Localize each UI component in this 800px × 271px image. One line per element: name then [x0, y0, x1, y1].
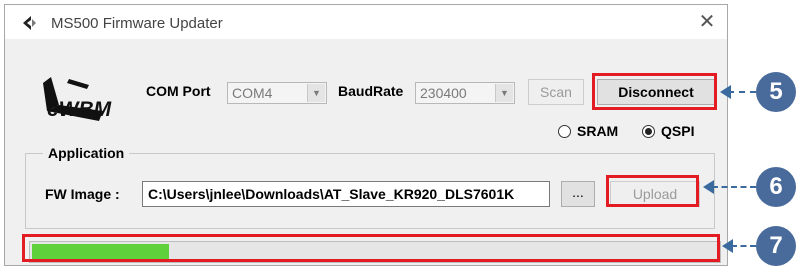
updater-window: MS500 Firmware Updater ✕ eWBM COM Port C… — [4, 4, 728, 266]
baudrate-value: 230400 — [420, 85, 467, 101]
callout-line — [712, 186, 756, 188]
sram-label: SRAM — [577, 123, 619, 139]
callout-line — [731, 245, 756, 247]
callout-badge-6: 6 — [756, 167, 796, 207]
com-port-select[interactable]: COM4 ▼ — [227, 82, 327, 104]
scan-button[interactable]: Scan — [528, 79, 584, 105]
disconnect-highlight — [592, 73, 717, 110]
baudrate-label: BaudRate — [338, 83, 404, 99]
callout-badge-5: 5 — [756, 72, 796, 112]
fw-image-label: FW Image : — [45, 186, 120, 202]
browse-button[interactable]: ... — [561, 181, 595, 207]
qspi-radio[interactable] — [642, 125, 655, 138]
window-title: MS500 Firmware Updater — [51, 15, 223, 32]
close-button[interactable]: ✕ — [695, 11, 719, 35]
com-port-value: COM4 — [232, 85, 273, 101]
upload-highlight — [606, 175, 699, 207]
qspi-label: QSPI — [661, 123, 695, 139]
callout-line — [728, 91, 756, 93]
baudrate-select[interactable]: 230400 ▼ — [415, 82, 515, 104]
app-icon — [23, 16, 36, 30]
fw-image-path-input[interactable]: C:\Users\jnlee\Downloads\AT_Slave_KR920_… — [142, 181, 550, 207]
com-port-label: COM Port — [146, 83, 211, 99]
ewbm-logo: eWBM — [43, 77, 112, 121]
logo-text: eWBM — [47, 98, 112, 121]
application-group-label: Application — [43, 145, 130, 161]
sram-radio[interactable] — [558, 125, 571, 138]
radio-selected-dot — [645, 128, 652, 135]
title-bar: MS500 Firmware Updater ✕ — [5, 5, 727, 39]
progress-highlight — [22, 234, 720, 262]
callout-badge-7: 7 — [756, 226, 796, 266]
chevron-down-icon: ▼ — [307, 84, 325, 102]
chevron-down-icon: ▼ — [495, 84, 513, 102]
